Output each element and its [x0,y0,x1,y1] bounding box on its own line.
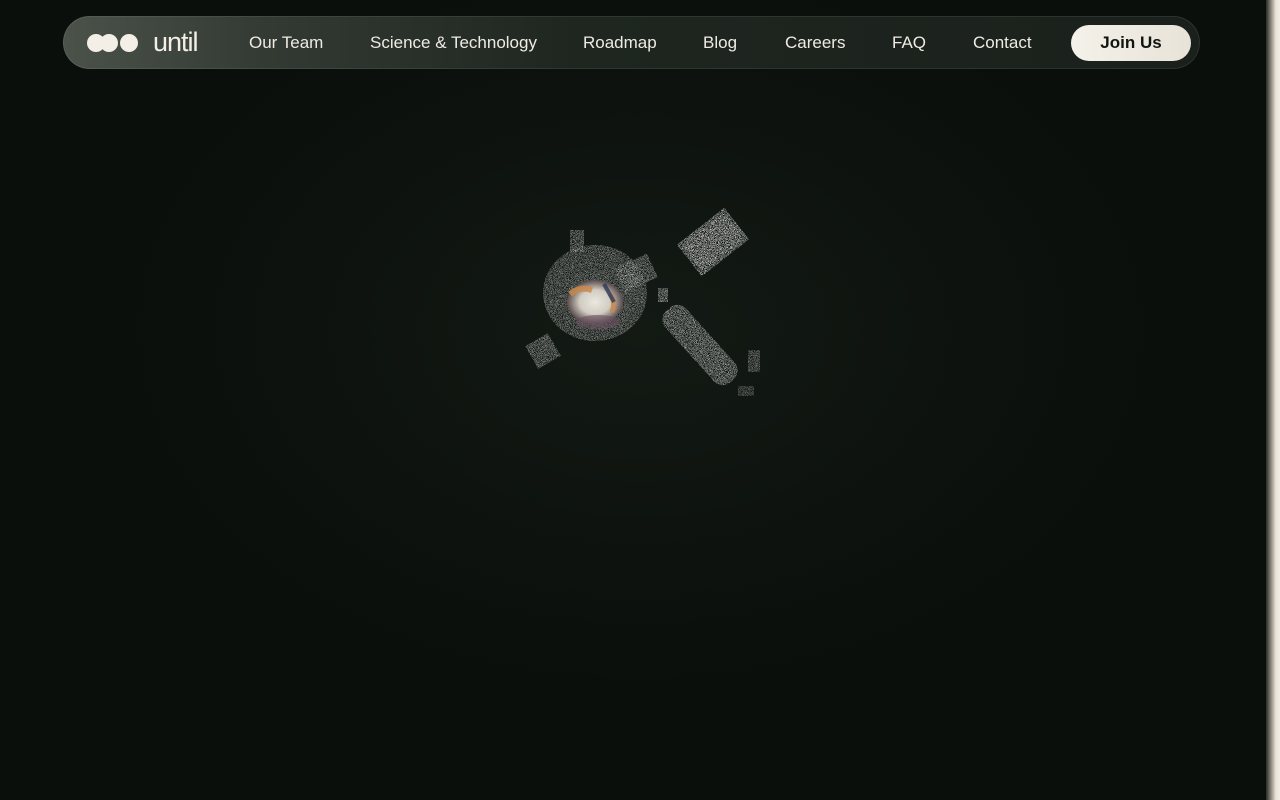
brand-logo[interactable]: until [87,16,199,69]
nav-link-roadmap[interactable]: Roadmap [583,16,657,69]
logo-dot-icon [100,33,118,52]
nav-link-careers[interactable]: Careers [785,16,845,69]
satellite-particle-illustration [525,207,760,396]
nav-link-contact[interactable]: Contact [973,16,1032,69]
logo-dot-icon [120,33,138,52]
nav-link-science-technology[interactable]: Science & Technology [370,16,537,69]
three-dots-logo-icon [87,33,139,53]
join-us-button[interactable]: Join Us [1071,25,1191,61]
nav-link-blog[interactable]: Blog [703,16,737,69]
hero-illustration [500,190,800,430]
top-navigation-bar: until Our Team Science & Technology Road… [63,16,1200,69]
nav-link-our-team[interactable]: Our Team [249,16,323,69]
page: until Our Team Science & Technology Road… [0,0,1280,800]
nav-link-faq[interactable]: FAQ [892,16,926,69]
brand-name: until [153,27,199,57]
scrollbar-edge [1266,0,1280,800]
